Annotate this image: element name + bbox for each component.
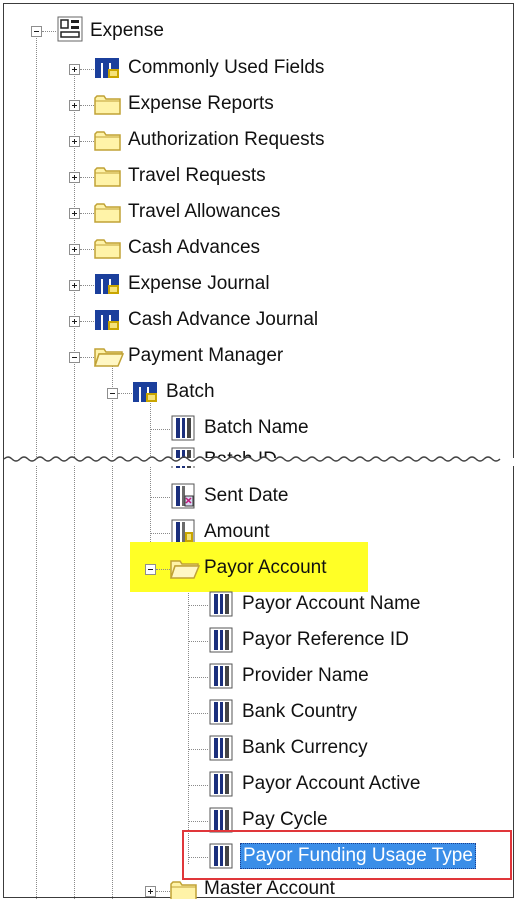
table-icon (95, 310, 119, 330)
tree-panel: Expense Commonly Used Fields Expense Rep… (3, 3, 515, 899)
tree-node-expense[interactable]: Expense (4, 14, 504, 48)
tree-node-payor-reference-id[interactable]: Payor Reference ID (4, 624, 504, 658)
folder-icon (94, 167, 121, 187)
tree-node-master-account[interactable]: Master Account (4, 874, 504, 899)
tree-node-provider-name[interactable]: Provider Name (4, 660, 504, 694)
expand-toggle[interactable] (69, 280, 80, 291)
expand-toggle[interactable] (69, 208, 80, 219)
tree-node-travel-allowances[interactable]: Travel Allowances (4, 196, 504, 230)
expand-toggle[interactable] (69, 172, 80, 183)
expand-toggle[interactable] (69, 64, 80, 75)
tree-node-batch-name[interactable]: Batch Name (4, 412, 504, 446)
table-icon (95, 274, 119, 294)
tree-node-cash-advance-journal[interactable]: Cash Advance Journal (4, 304, 504, 338)
open-folder-icon (170, 560, 200, 579)
tree-node-label: Payor Account Active (242, 773, 421, 794)
tree-node-commonly-used-fields[interactable]: Commonly Used Fields (4, 52, 504, 86)
tree-node-authorization-requests[interactable]: Authorization Requests (4, 124, 504, 158)
folder-icon (94, 239, 121, 259)
tree-node-batch[interactable]: Batch (4, 376, 504, 410)
expand-toggle[interactable] (69, 136, 80, 147)
tree-node-payment-manager[interactable]: Payment Manager (4, 340, 504, 374)
tree-node-expense-journal[interactable]: Expense Journal (4, 268, 504, 302)
date-icon (171, 483, 195, 509)
tree-node-label: Bank Currency (242, 737, 368, 758)
tree-node-label: Expense (90, 20, 164, 41)
tree-node-bank-currency[interactable]: Bank Currency (4, 732, 504, 766)
tree-node-cash-advances[interactable]: Cash Advances (4, 232, 504, 266)
subject-area-icon (57, 16, 83, 42)
tree-node-expense-reports[interactable]: Expense Reports (4, 88, 504, 122)
tree-node-label: Expense Reports (128, 93, 274, 114)
attribute-icon (209, 627, 233, 653)
tree-node-payor-funding-usage-type[interactable]: Payor Funding Usage Type (4, 840, 509, 874)
attribute-icon (209, 591, 233, 617)
collapse-toggle[interactable] (145, 564, 156, 575)
folder-icon (170, 881, 197, 899)
tree-node-label: Cash Advance Journal (128, 309, 319, 330)
attribute-icon (209, 843, 233, 869)
collapse-toggle[interactable] (107, 388, 118, 399)
attribute-icon (209, 771, 233, 797)
folder-icon (94, 95, 121, 115)
tree-node-label: Batch (166, 381, 215, 402)
tree-node-travel-requests[interactable]: Travel Requests (4, 160, 504, 194)
tree-node-label-selected: Payor Funding Usage Type (240, 843, 476, 869)
tree-node-label: Payor Account Name (242, 593, 421, 614)
tree-node-sent-date[interactable]: Sent Date (4, 480, 504, 514)
tree-node-label: Sent Date (204, 485, 289, 506)
attribute-icon (171, 415, 195, 441)
tree-node-label: Payor Reference ID (242, 629, 409, 650)
table-icon (95, 58, 119, 78)
folder-icon (94, 131, 121, 151)
tree-node-label: Commonly Used Fields (128, 57, 325, 78)
screenshot-cut-divider (4, 456, 515, 466)
tree-node-label: Expense Journal (128, 273, 270, 294)
attribute-icon (209, 699, 233, 725)
tree-node-label: Bank Country (242, 701, 358, 722)
tree-node-label: Amount (204, 521, 270, 542)
attribute-icon (209, 663, 233, 689)
table-icon (133, 382, 157, 402)
tree-node-payor-account[interactable]: Payor Account (4, 552, 504, 586)
folder-icon (94, 203, 121, 223)
tree-node-payor-account-name[interactable]: Payor Account Name (4, 588, 504, 622)
tree-node-label: Provider Name (242, 665, 369, 686)
attribute-icon (209, 735, 233, 761)
tree-node-label: Travel Allowances (128, 201, 281, 222)
tree-node-label: Batch Name (204, 417, 309, 438)
collapse-toggle[interactable] (69, 352, 80, 363)
tree-node-payor-account-active[interactable]: Payor Account Active (4, 768, 504, 802)
expand-toggle[interactable] (69, 100, 80, 111)
tree-node-bank-country[interactable]: Bank Country (4, 696, 504, 730)
tree-node-label: Pay Cycle (242, 809, 328, 830)
tree-node-label: Travel Requests (128, 165, 266, 186)
expand-toggle[interactable] (69, 316, 80, 327)
tree-node-label: Master Account (204, 878, 335, 899)
tree-node-label: Authorization Requests (128, 129, 325, 150)
tree-node-label: Payor Account (204, 557, 327, 578)
expand-toggle[interactable] (69, 244, 80, 255)
collapse-toggle[interactable] (31, 26, 42, 37)
tree-node-label: Payment Manager (128, 345, 284, 366)
open-folder-icon (94, 348, 124, 367)
tree-node-label: Cash Advances (128, 237, 261, 258)
expand-toggle[interactable] (145, 886, 156, 897)
